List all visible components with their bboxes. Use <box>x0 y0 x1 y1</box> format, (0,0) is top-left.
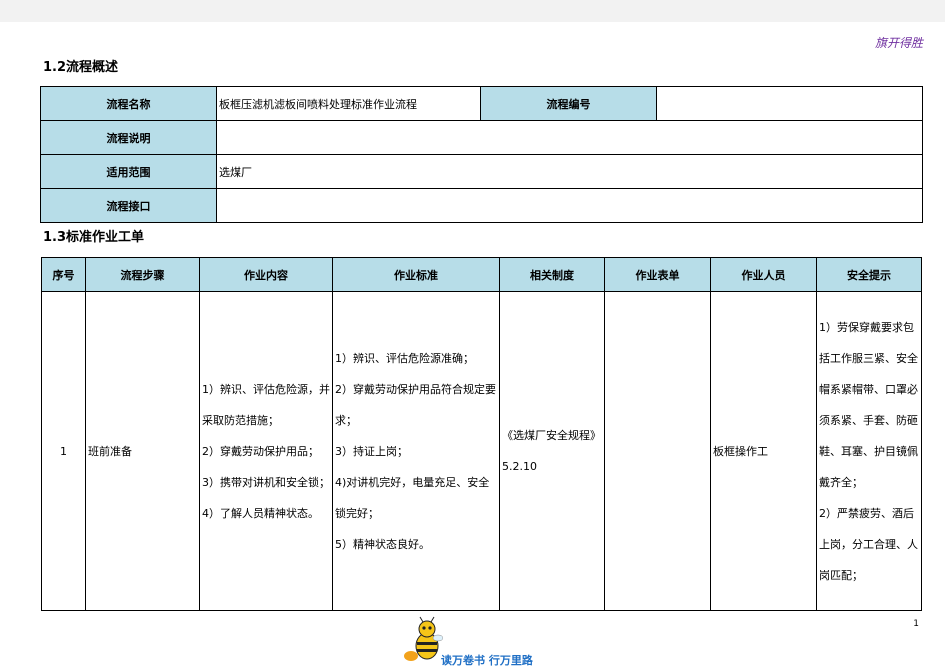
worker: 板框操作工 <box>710 291 817 611</box>
related-system: 《选煤厂安全规程》5.2.10 <box>499 291 605 611</box>
page-number: 1 <box>913 619 919 629</box>
overview-label: 流程接口 <box>40 188 217 223</box>
footer-slogan: 读万卷书 行万里路 <box>441 654 533 667</box>
column-header: 作业人员 <box>710 257 817 292</box>
work-standard: 1）辨识、评估危险源准确； 2）穿戴劳动保护用品符合规定要求； 3）持证上岗； … <box>332 291 500 611</box>
work-order-table: 序号 流程步骤 作业内容 作业标准 相关制度 作业表单 作业人员 安全提示 1 … <box>41 257 922 611</box>
table-row: 适用范围 选煤厂 <box>40 154 923 189</box>
column-header: 流程步骤 <box>85 257 200 292</box>
table-row: 流程名称 板框压滤机滤板间喷料处理标准作业流程 流程编号 <box>40 86 923 121</box>
overview-table: 流程名称 板框压滤机滤板间喷料处理标准作业流程 流程编号 流程说明 适用范围 选… <box>40 86 923 223</box>
table-row: 流程说明 <box>40 120 923 155</box>
safety-tips: 1）劳保穿戴要求包括工作服三紧、安全帽系紧帽带、口罩必须系紧、手套、防砸鞋、耳塞… <box>816 291 922 611</box>
table-header-row: 序号 流程步骤 作业内容 作业标准 相关制度 作业表单 作业人员 安全提示 <box>41 257 922 292</box>
list-item: 1）辨识、评估危险源，并采取防范措施； <box>202 382 330 427</box>
list-item: 1）劳保穿戴要求包括工作服三紧、安全帽系紧帽带、口罩必须系紧、手套、防砸鞋、耳塞… <box>819 320 918 489</box>
list-item: 1）辨识、评估危险源准确； <box>335 351 474 365</box>
column-header: 相关制度 <box>499 257 605 292</box>
brand-text: 旗开得胜 <box>874 36 923 50</box>
column-header: 作业标准 <box>332 257 500 292</box>
work-content: 1）辨识、评估危险源，并采取防范措施； 2）穿戴劳动保护用品； 3）携带对讲机和… <box>199 291 333 611</box>
list-item: 3）携带对讲机和安全锁； <box>202 475 330 489</box>
list-item: 4）了解人员精神状态。 <box>202 506 319 520</box>
process-step: 班前准备 <box>85 291 200 611</box>
overview-value <box>216 188 923 223</box>
overview-value: 选煤厂 <box>216 154 923 189</box>
list-item: 2）严禁疲劳、酒后上岗，分工合理、人岗匹配； <box>819 506 918 582</box>
overview-label: 流程名称 <box>40 86 217 121</box>
column-header: 安全提示 <box>816 257 922 292</box>
page-top-band <box>0 0 945 22</box>
overview-value <box>216 120 923 155</box>
list-item: 5）精神状态良好。 <box>335 537 430 551</box>
work-form <box>604 291 711 611</box>
list-item: 4)对讲机完好，电量充足、安全锁完好； <box>335 475 490 520</box>
section-title-overview: 1.2流程概述 <box>43 60 119 75</box>
row-number: 1 <box>41 291 86 611</box>
list-item: 2）穿戴劳动保护用品； <box>202 444 319 458</box>
overview-label: 流程编号 <box>480 86 657 121</box>
list-item: 2）穿戴劳动保护用品符合规定要求； <box>335 382 496 427</box>
overview-label: 流程说明 <box>40 120 217 155</box>
column-header: 作业内容 <box>199 257 333 292</box>
list-item: 3）持证上岗； <box>335 444 408 458</box>
overview-value <box>656 86 923 121</box>
column-header: 序号 <box>41 257 86 292</box>
column-header: 作业表单 <box>604 257 711 292</box>
overview-label: 适用范围 <box>40 154 217 189</box>
section-title-work-order: 1.3标准作业工单 <box>43 230 145 245</box>
table-row: 1 班前准备 1）辨识、评估危险源，并采取防范措施； 2）穿戴劳动保护用品； 3… <box>41 291 922 611</box>
bee-mascot-icon <box>404 616 443 661</box>
table-row: 流程接口 <box>40 188 923 223</box>
overview-value: 板框压滤机滤板间喷料处理标准作业流程 <box>216 86 481 121</box>
